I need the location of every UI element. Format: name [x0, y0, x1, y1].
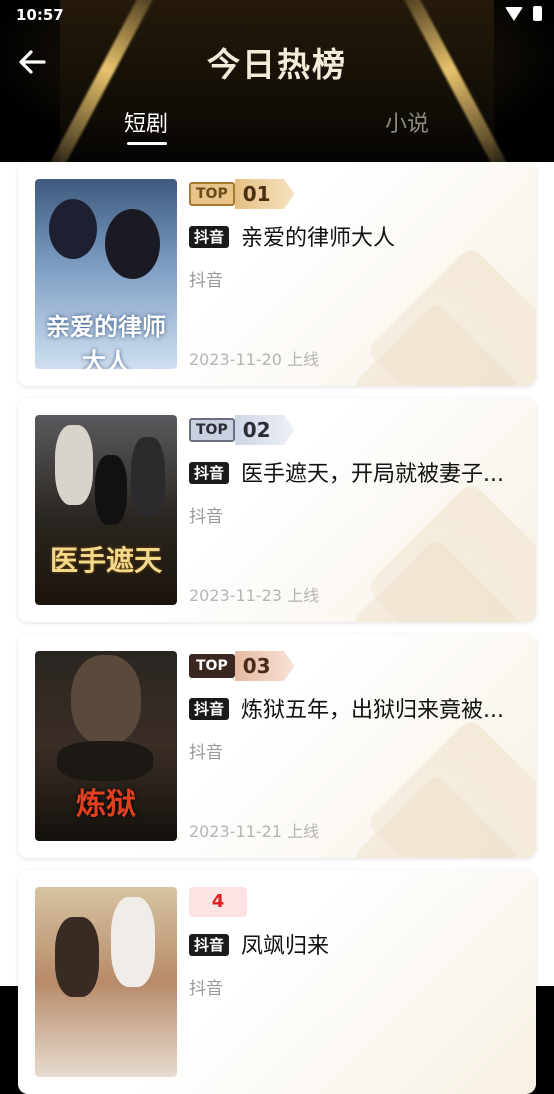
- wifi-icon: [505, 6, 523, 21]
- poster-figure: [71, 655, 141, 745]
- platform-name: 抖音: [189, 979, 223, 999]
- drama-title[interactable]: 炼狱五年，出狱归来竟被...: [241, 692, 531, 724]
- poster-figure: [49, 199, 97, 259]
- rank-number: 03: [234, 651, 295, 681]
- platform-name: 抖音: [189, 507, 223, 527]
- poster-title-text: 亲爱的律师大人: [46, 312, 166, 369]
- rank-top-label: TOP: [189, 654, 235, 678]
- rank-badge: TOP 02: [189, 415, 295, 445]
- platform-tag: 抖音: [189, 698, 230, 720]
- card-decoration: [364, 480, 536, 622]
- poster-figure: [95, 455, 127, 525]
- card-decoration: [364, 716, 536, 858]
- poster-title-text: 医手遮天: [49, 544, 162, 577]
- poster-figure: [55, 917, 99, 997]
- poster-title-text: 炼狱: [76, 787, 136, 822]
- poster-image[interactable]: 炼狱: [35, 651, 177, 841]
- card-decoration: [364, 244, 536, 386]
- ranking-card-1[interactable]: 亲爱的律师大人 TOP 01 抖音 亲爱的律师大人 抖音 2023-11-20 …: [18, 162, 536, 386]
- poster-figure: [111, 897, 155, 987]
- poster-figure: [105, 209, 160, 279]
- rank-top-label: TOP: [189, 182, 235, 206]
- ranking-list: 亲爱的律师大人 TOP 01 抖音 亲爱的律师大人 抖音 2023-11-20 …: [0, 162, 554, 1094]
- platform-name: 抖音: [189, 271, 223, 291]
- ranking-card-3[interactable]: 炼狱 TOP 03 抖音 炼狱五年，出狱归来竟被... 抖音 2023-11-2…: [18, 634, 536, 858]
- ranking-card-4[interactable]: 4 抖音 凤飒归来 抖音: [18, 870, 536, 1094]
- rank-number: 02: [234, 415, 295, 445]
- platform-tag: 抖音: [189, 226, 230, 248]
- poster-figure: [131, 437, 165, 517]
- platform-tag: 抖音: [189, 934, 230, 956]
- poster-figure: [57, 741, 153, 781]
- drama-title[interactable]: 亲爱的律师大人: [241, 220, 531, 252]
- poster-image[interactable]: [35, 887, 177, 1077]
- drama-title[interactable]: 凤飒归来: [241, 928, 531, 960]
- launch-date: 2023-11-21 上线: [189, 822, 320, 841]
- platform-name: 抖音: [189, 743, 223, 763]
- drama-title[interactable]: 医手遮天，开局就被妻子...: [241, 456, 531, 488]
- poster-image[interactable]: 亲爱的律师大人: [35, 179, 177, 369]
- rank-number: 4: [189, 887, 247, 917]
- header: 10:57 今日热榜 短剧 小说: [0, 0, 554, 162]
- status-time: 10:57: [16, 6, 64, 24]
- page-title: 今日热榜: [207, 45, 347, 84]
- poster-figure: [55, 425, 93, 505]
- ranking-card-2[interactable]: 医手遮天 TOP 02 抖音 医手遮天，开局就被妻子... 抖音 2023-11…: [18, 398, 536, 622]
- rank-number: 01: [234, 179, 295, 209]
- battery-icon: [533, 6, 542, 21]
- launch-date: 2023-11-20 上线: [189, 350, 320, 369]
- tab-short-drama[interactable]: 短剧: [124, 106, 168, 138]
- rank-badge: TOP 03: [189, 651, 295, 681]
- rank-badge: TOP 01: [189, 179, 295, 209]
- poster-image[interactable]: 医手遮天: [35, 415, 177, 605]
- tab-novel[interactable]: 小说: [385, 106, 429, 138]
- system-icons: [505, 6, 542, 21]
- tab-active-indicator: [127, 142, 167, 145]
- launch-date: 2023-11-23 上线: [189, 586, 320, 605]
- status-bar: 10:57: [0, 0, 554, 30]
- rank-top-label: TOP: [189, 418, 235, 442]
- platform-tag: 抖音: [189, 462, 230, 484]
